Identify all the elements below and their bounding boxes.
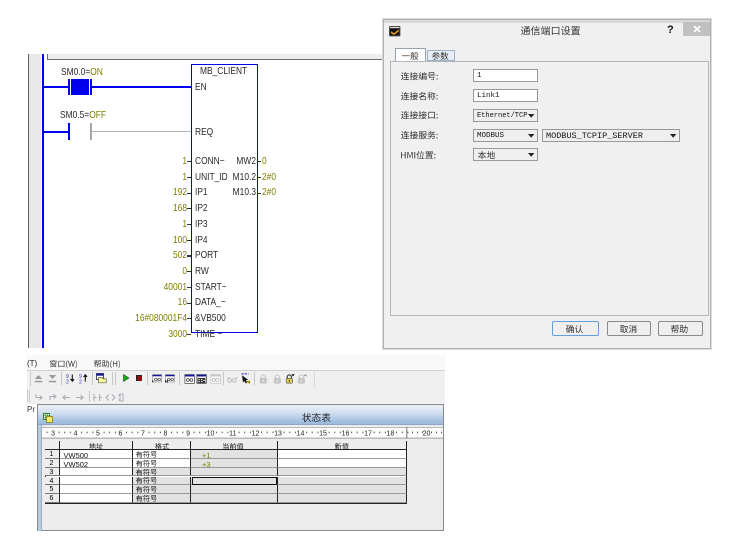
svg-text:9: 9 xyxy=(186,431,190,438)
svg-text:20: 20 xyxy=(423,431,431,438)
svg-text:2: 2 xyxy=(66,379,69,384)
svg-text:2: 2 xyxy=(79,379,82,384)
svg-text:17: 17 xyxy=(364,431,372,438)
svg-text:6: 6 xyxy=(119,431,123,438)
svg-text:18: 18 xyxy=(387,431,395,438)
svg-text:8: 8 xyxy=(164,431,168,438)
svg-text:7: 7 xyxy=(141,431,145,438)
svg-text:12: 12 xyxy=(252,431,260,438)
svg-text:11: 11 xyxy=(229,431,236,438)
svg-text:5: 5 xyxy=(96,431,100,438)
svg-text:4: 4 xyxy=(74,431,78,438)
svg-text:3: 3 xyxy=(51,431,55,438)
svg-text:16: 16 xyxy=(342,431,350,438)
svg-text:14: 14 xyxy=(297,431,305,438)
svg-text:15: 15 xyxy=(319,431,327,438)
svg-text:10: 10 xyxy=(207,431,215,438)
svg-text:13: 13 xyxy=(274,431,282,438)
